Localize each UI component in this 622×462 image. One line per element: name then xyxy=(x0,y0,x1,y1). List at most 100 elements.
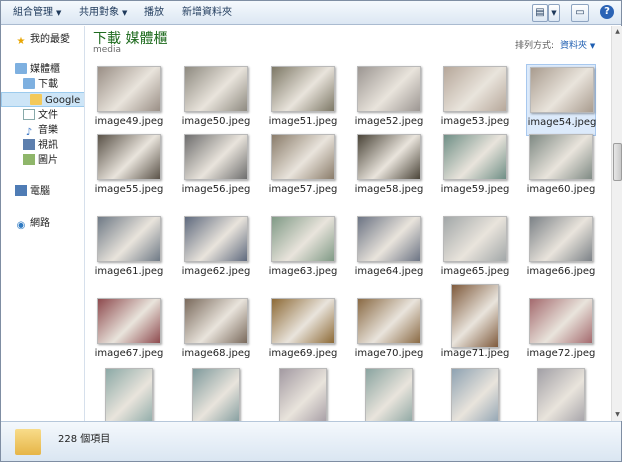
folder-icon xyxy=(15,429,41,455)
file-item[interactable]: image65.jpeg xyxy=(440,214,510,286)
image-thumbnail xyxy=(530,67,594,113)
network-icon: ◉ xyxy=(16,220,26,231)
image-thumbnail xyxy=(97,298,161,344)
image-thumbnail xyxy=(271,216,335,262)
file-item[interactable]: image51.jpeg xyxy=(268,64,338,136)
file-name: image68.jpeg xyxy=(181,348,251,359)
image-thumbnail xyxy=(365,368,413,421)
image-thumbnail xyxy=(451,284,499,348)
file-item[interactable] xyxy=(354,366,424,421)
explorer-window: 組合管理 ▼ 共用對象 ▼ 播放 新增資料夾 ▤ ▼ ▭ ? ★ 我的最愛 媒體櫃 下… xyxy=(0,0,622,462)
image-thumbnail xyxy=(184,134,248,180)
file-item[interactable]: image57.jpeg xyxy=(268,132,338,204)
organize-menu[interactable]: 組合管理 ▼ xyxy=(13,5,61,21)
chevron-down-icon: ▼ xyxy=(589,42,596,50)
scroll-thumb[interactable] xyxy=(613,143,622,181)
file-name: image64.jpeg xyxy=(354,266,424,277)
file-item[interactable]: image67.jpeg xyxy=(94,296,164,368)
nav-network[interactable]: ◉ 網路 xyxy=(15,216,50,231)
image-thumbnail xyxy=(443,134,507,180)
image-thumbnail xyxy=(451,368,499,421)
file-item[interactable] xyxy=(94,366,164,421)
file-item[interactable] xyxy=(181,366,251,421)
vertical-scrollbar[interactable]: ▲ ▼ xyxy=(611,26,622,421)
nav-favorites[interactable]: ★ 我的最愛 xyxy=(15,32,70,47)
view-icon[interactable]: ▤ xyxy=(532,4,548,22)
nav-documents[interactable]: 文件 xyxy=(23,108,58,123)
file-name: image57.jpeg xyxy=(268,184,338,195)
file-item[interactable]: image64.jpeg xyxy=(354,214,424,286)
folder-icon xyxy=(30,94,42,105)
file-item[interactable]: image53.jpeg xyxy=(440,64,510,136)
image-thumbnail xyxy=(97,134,161,180)
image-thumbnail xyxy=(271,134,335,180)
file-name: image66.jpeg xyxy=(526,266,596,277)
details-pane: 228 個項目 xyxy=(1,421,621,461)
file-name: image49.jpeg xyxy=(94,116,164,127)
library-icon xyxy=(15,63,27,74)
nav-music[interactable]: ♪ 音樂 xyxy=(23,123,58,138)
file-item[interactable] xyxy=(526,366,596,421)
file-item[interactable]: image49.jpeg xyxy=(94,64,164,136)
scroll-down-icon[interactable]: ▼ xyxy=(613,410,622,420)
slideshow-button[interactable]: 播放 xyxy=(144,5,164,21)
file-item[interactable]: image55.jpeg xyxy=(94,132,164,204)
image-thumbnail xyxy=(529,216,593,262)
file-name: image61.jpeg xyxy=(94,266,164,277)
help-icon[interactable]: ? xyxy=(600,5,614,19)
nav-videos[interactable]: 視訊 xyxy=(23,138,58,153)
file-item[interactable]: image50.jpeg xyxy=(181,64,251,136)
file-item[interactable]: image66.jpeg xyxy=(526,214,596,286)
file-item[interactable]: image52.jpeg xyxy=(354,64,424,136)
file-item[interactable]: image60.jpeg xyxy=(526,132,596,204)
file-item[interactable]: image58.jpeg xyxy=(354,132,424,204)
image-thumbnail xyxy=(105,368,153,421)
file-name: image51.jpeg xyxy=(268,116,338,127)
image-thumbnail xyxy=(357,66,421,112)
file-name: image60.jpeg xyxy=(526,184,596,195)
file-item[interactable]: image63.jpeg xyxy=(268,214,338,286)
file-name: image69.jpeg xyxy=(268,348,338,359)
image-thumbnail xyxy=(529,134,593,180)
nav-downloads[interactable]: 下載 xyxy=(23,77,58,92)
new-folder-button[interactable]: 新增資料夾 xyxy=(182,5,232,21)
navigation-pane: ★ 我的最愛 媒體櫃 下載 Google I 文件 ♪ 音樂 視訊 圖片 電腦 ◉ 網… xyxy=(1,26,85,421)
file-name: image53.jpeg xyxy=(440,116,510,127)
music-icon: ♪ xyxy=(25,127,33,138)
file-item[interactable]: image70.jpeg xyxy=(354,296,424,368)
folder-subtitle: media xyxy=(93,45,122,55)
file-item[interactable]: image71.jpeg xyxy=(440,284,510,368)
chevron-down-icon: ▼ xyxy=(122,9,128,17)
file-name: image58.jpeg xyxy=(354,184,424,195)
file-item[interactable] xyxy=(268,366,338,421)
arrange-dropdown[interactable]: 資料夾 ▼ xyxy=(560,38,595,51)
nav-computer[interactable]: 電腦 xyxy=(15,184,50,199)
file-name: image65.jpeg xyxy=(440,266,510,277)
share-menu[interactable]: 共用對象 ▼ xyxy=(79,5,127,21)
nav-libraries[interactable]: 媒體櫃 xyxy=(15,62,60,77)
image-thumbnail xyxy=(192,368,240,421)
file-item[interactable]: image59.jpeg xyxy=(440,132,510,204)
file-item[interactable]: image69.jpeg xyxy=(268,296,338,368)
file-item[interactable] xyxy=(440,366,510,421)
file-item[interactable]: image54.jpeg xyxy=(526,64,596,136)
chevron-down-icon[interactable]: ▼ xyxy=(548,4,560,22)
file-item[interactable]: image72.jpeg xyxy=(526,296,596,368)
nav-google-folder[interactable]: Google I xyxy=(1,92,84,107)
file-name: image71.jpeg xyxy=(440,348,510,359)
scroll-up-icon[interactable]: ▲ xyxy=(613,27,622,37)
nav-pictures[interactable]: 圖片 xyxy=(23,153,58,168)
file-item[interactable]: image68.jpeg xyxy=(181,296,251,368)
file-item[interactable]: image62.jpeg xyxy=(181,214,251,286)
file-name: image59.jpeg xyxy=(440,184,510,195)
image-thumbnail xyxy=(357,216,421,262)
file-item[interactable]: image56.jpeg xyxy=(181,132,251,204)
image-thumbnail xyxy=(357,134,421,180)
video-icon xyxy=(23,139,35,150)
file-item[interactable]: image61.jpeg xyxy=(94,214,164,286)
file-name: image56.jpeg xyxy=(181,184,251,195)
image-thumbnail xyxy=(279,368,327,421)
star-icon: ★ xyxy=(16,36,26,47)
image-thumbnail xyxy=(443,66,507,112)
preview-pane-icon[interactable]: ▭ xyxy=(571,4,589,22)
